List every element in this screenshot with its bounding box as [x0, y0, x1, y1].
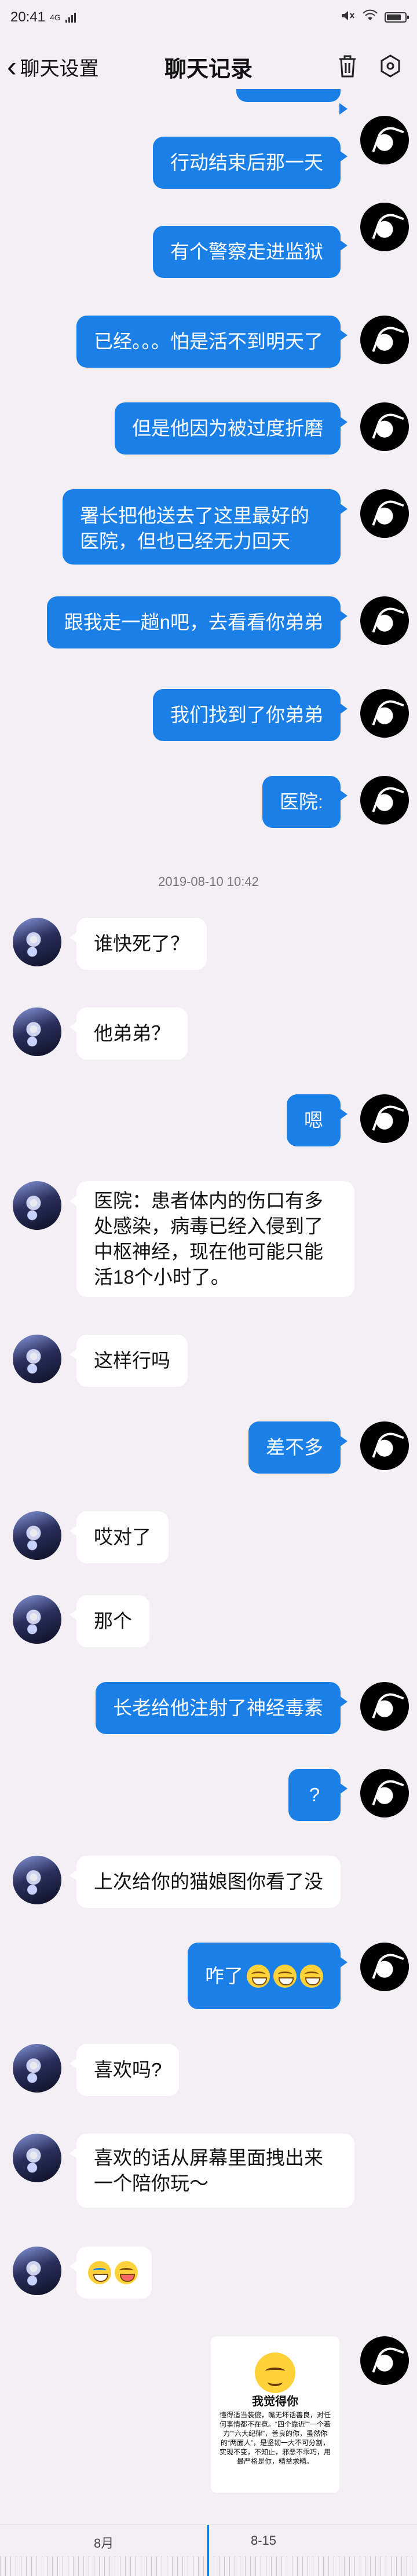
grin-emoji-icon [300, 1964, 323, 1988]
avatar[interactable] [13, 1595, 61, 1644]
avatar[interactable] [360, 1421, 409, 1470]
avatar[interactable] [13, 1181, 61, 1230]
status-time: 20:41 [10, 9, 46, 25]
message-bubble[interactable]: 有个警察走进监狱 [153, 226, 348, 278]
emoji-face-icon [255, 2353, 295, 2393]
message-bubble[interactable]: 长老给他注射了神经毒素 [96, 1682, 348, 1734]
message-bubble[interactable]: 喜欢吗? [69, 2044, 180, 2096]
timeline-date-label: 8-15 [251, 2533, 277, 2548]
avatar[interactable] [13, 918, 61, 966]
message-text: 咋了 [205, 1965, 243, 1987]
avatar[interactable] [13, 1856, 61, 1904]
avatar[interactable] [360, 2336, 409, 2385]
title-bar: ‹ 聊天设置 聊天记录 [0, 35, 417, 98]
laugh-cry-emoji-icon [88, 2261, 111, 2284]
message-bubble[interactable]: 谁快死了？ [70, 918, 207, 970]
avatar[interactable] [360, 596, 409, 645]
message-bubble[interactable]: 这样行吗 [70, 1335, 188, 1387]
hexagon-settings-icon[interactable] [375, 51, 405, 81]
avatar[interactable] [13, 2044, 61, 2093]
avatar[interactable] [360, 689, 409, 738]
message-bubble-partial[interactable] [236, 89, 348, 115]
avatar[interactable] [360, 489, 409, 538]
avatar[interactable] [360, 1943, 409, 1991]
message-timestamp: 2019-08-10 10:42 [158, 874, 259, 889]
sticker-text: 懂得适当装傻，嘴无坏话善良，对任何事情都不在意。“四个靠近”“一个着力”“六大纪… [219, 2411, 331, 2465]
wifi-icon [363, 9, 378, 26]
avatar[interactable] [360, 1682, 409, 1731]
message-bubble[interactable]: 嗯 [287, 1094, 348, 1146]
message-bubble[interactable]: 差不多 [248, 1421, 348, 1474]
timeline-month-label: 8月 [94, 2536, 114, 2551]
message-bubble[interactable]: 已经。。。怕是活不到明天了 [76, 316, 348, 368]
back-label: 聊天设置 [20, 57, 99, 80]
grin-emoji-icon [247, 1964, 270, 1988]
tongue-emoji-icon [115, 2261, 138, 2284]
message-bubble[interactable]: 署长把他送去了这里最好的医院，但也已经无力回天 [63, 489, 348, 565]
avatar[interactable] [360, 116, 409, 164]
message-bubble[interactable]: ? [288, 1769, 348, 1821]
mute-icon [341, 9, 356, 26]
avatar[interactable] [13, 1335, 61, 1383]
avatar[interactable] [360, 316, 409, 364]
message-bubble[interactable]: 喜欢的话从屏幕里面拽出来一个陪你玩～ [70, 2134, 354, 2208]
message-bubble[interactable]: 上次给你的猫娘图你看了没 [70, 1856, 341, 1908]
emoji-message-bubble[interactable] [70, 2247, 152, 2299]
signal-type: 4G [50, 13, 61, 22]
avatar[interactable] [360, 1769, 409, 1818]
message-bubble[interactable]: 咋了 [188, 1943, 348, 2009]
message-bubble[interactable]: 但是他因为被过度折磨 [115, 402, 348, 455]
avatar[interactable] [360, 776, 409, 825]
message-bubble[interactable]: 他弟弟？ [70, 1007, 188, 1060]
message-bubble[interactable]: 医院：患者体内的伤口有多处感染，病毒已经入侵到了中枢神经，现在他可能只能活18个… [70, 1181, 354, 1297]
message-bubble[interactable]: 哎对了 [70, 1511, 169, 1563]
message-bubble[interactable]: 我们找到了你弟弟 [153, 689, 348, 741]
trash-icon[interactable] [332, 51, 363, 81]
timeline-handle[interactable] [207, 2525, 209, 2576]
message-bubble[interactable]: 医院: [262, 776, 348, 828]
sticker-image[interactable]: 我觉得你 懂得适当装傻，嘴无坏话善良，对任何事情都不在意。“四个靠近”“一个着力… [211, 2336, 339, 2493]
avatar[interactable] [13, 1511, 61, 1560]
chevron-left-icon: ‹ [7, 50, 17, 83]
date-timeline[interactable]: 8月 8-15 [0, 2524, 417, 2576]
grin-emoji-icon [273, 1964, 297, 1988]
avatar[interactable] [13, 2134, 61, 2182]
battery-icon [385, 12, 409, 23]
message-bubble[interactable]: 行动结束后那一天 [153, 137, 348, 189]
signal-bars-icon [65, 12, 76, 23]
avatar[interactable] [13, 1007, 61, 1056]
avatar[interactable] [360, 203, 409, 251]
sticker-title: 我觉得你 [252, 2395, 298, 2408]
avatar[interactable] [360, 402, 409, 451]
avatar[interactable] [360, 1094, 409, 1143]
message-bubble[interactable]: 那个 [70, 1595, 149, 1647]
status-bar: 20:41 4G [0, 0, 417, 35]
avatar[interactable] [13, 2247, 61, 2295]
back-button[interactable]: ‹ 聊天设置 [7, 52, 99, 81]
message-bubble[interactable]: 跟我走一趟n吧，去看看你弟弟 [46, 596, 348, 648]
